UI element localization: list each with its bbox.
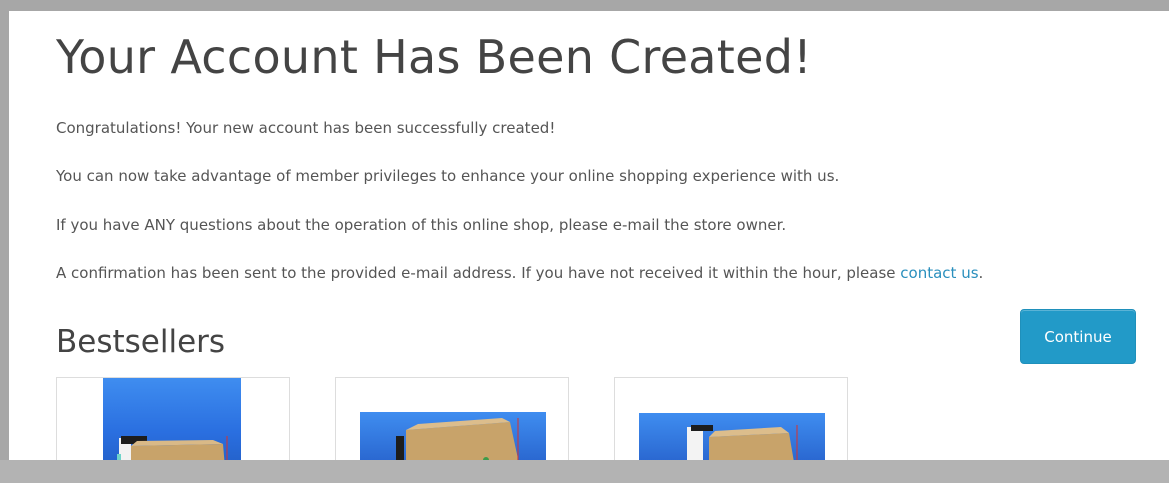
main-content: Your Account Has Been Created! Congratul… [56,11,1169,460]
contact-us-link[interactable]: contact us [900,264,978,282]
success-message: Congratulations! Your new account has be… [56,119,556,137]
product-image[interactable] [360,412,546,460]
page-title: Your Account Has Been Created! [56,30,812,84]
product-card[interactable] [335,377,569,460]
window-bottom-border [0,460,1169,483]
page-frame: Your Account Has Been Created! Congratul… [9,11,1169,460]
continue-button[interactable]: Continue [1020,309,1136,364]
confirmation-message: A confirmation has been sent to the prov… [56,263,983,283]
confirmation-text: A confirmation has been sent to the prov… [56,264,901,282]
confirmation-end: . [978,264,984,282]
privileges-message: You can now take advantage of member pri… [56,167,840,185]
product-image[interactable] [103,378,241,460]
questions-message: If you have ANY questions about the oper… [56,216,787,234]
product-card[interactable] [56,377,290,460]
product-image[interactable] [639,413,825,460]
bestsellers-heading: Bestsellers [56,324,226,360]
product-card[interactable] [614,377,848,460]
